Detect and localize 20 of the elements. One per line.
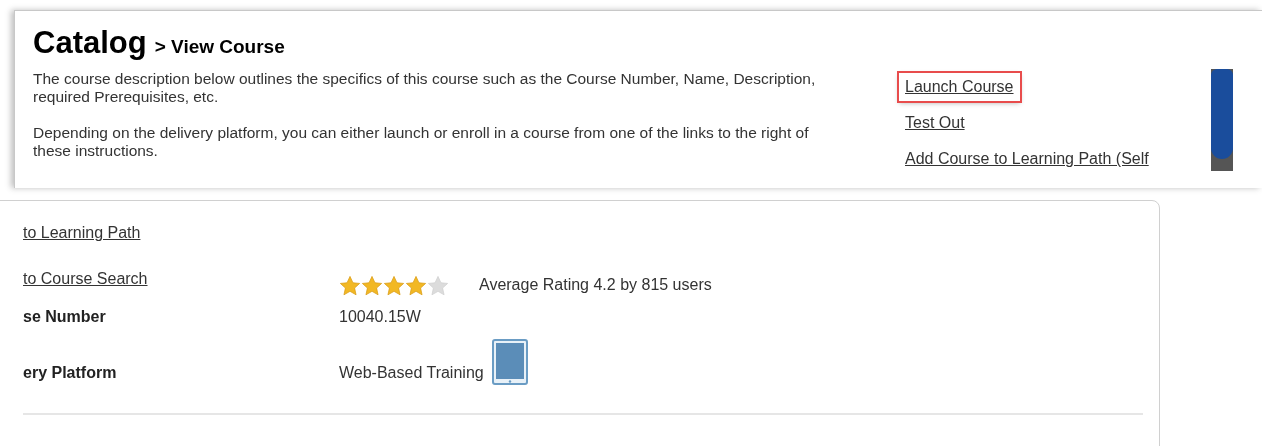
star-icon — [405, 275, 427, 297]
star-icon — [339, 275, 361, 297]
field-value: 10040.15W — [339, 307, 421, 327]
action-link[interactable]: Launch Course — [899, 73, 1020, 101]
action-link[interactable]: Add Course to Learning Path (Self — [899, 145, 1155, 173]
field-value: Web-Based Training — [339, 363, 484, 383]
back-link[interactable]: to Learning Path — [23, 221, 141, 245]
star-icon — [427, 275, 449, 297]
star-icon — [361, 275, 383, 297]
page-title: Catalog — [33, 27, 147, 58]
field-label: ery Platform — [23, 363, 118, 383]
rating-text: Average Rating 4.2 by 815 users — [479, 275, 712, 295]
field-label: se Number — [23, 307, 107, 327]
instruction-text: Depending on the delivery platform, you can either launch or enroll in a course from one of the links to the right of these instructions. — [33, 123, 810, 160]
back-link[interactable]: to Course Search — [23, 267, 339, 291]
instruction-text: The course description below outlines the specifics of this course such as the Course Number, Name, Description, required Prerequisites, etc. — [33, 69, 817, 106]
page-subtitle: > View Course — [154, 35, 285, 59]
action-link[interactable]: Test Out — [899, 109, 971, 137]
tablet-icon — [491, 339, 528, 385]
star-icon — [383, 275, 405, 297]
